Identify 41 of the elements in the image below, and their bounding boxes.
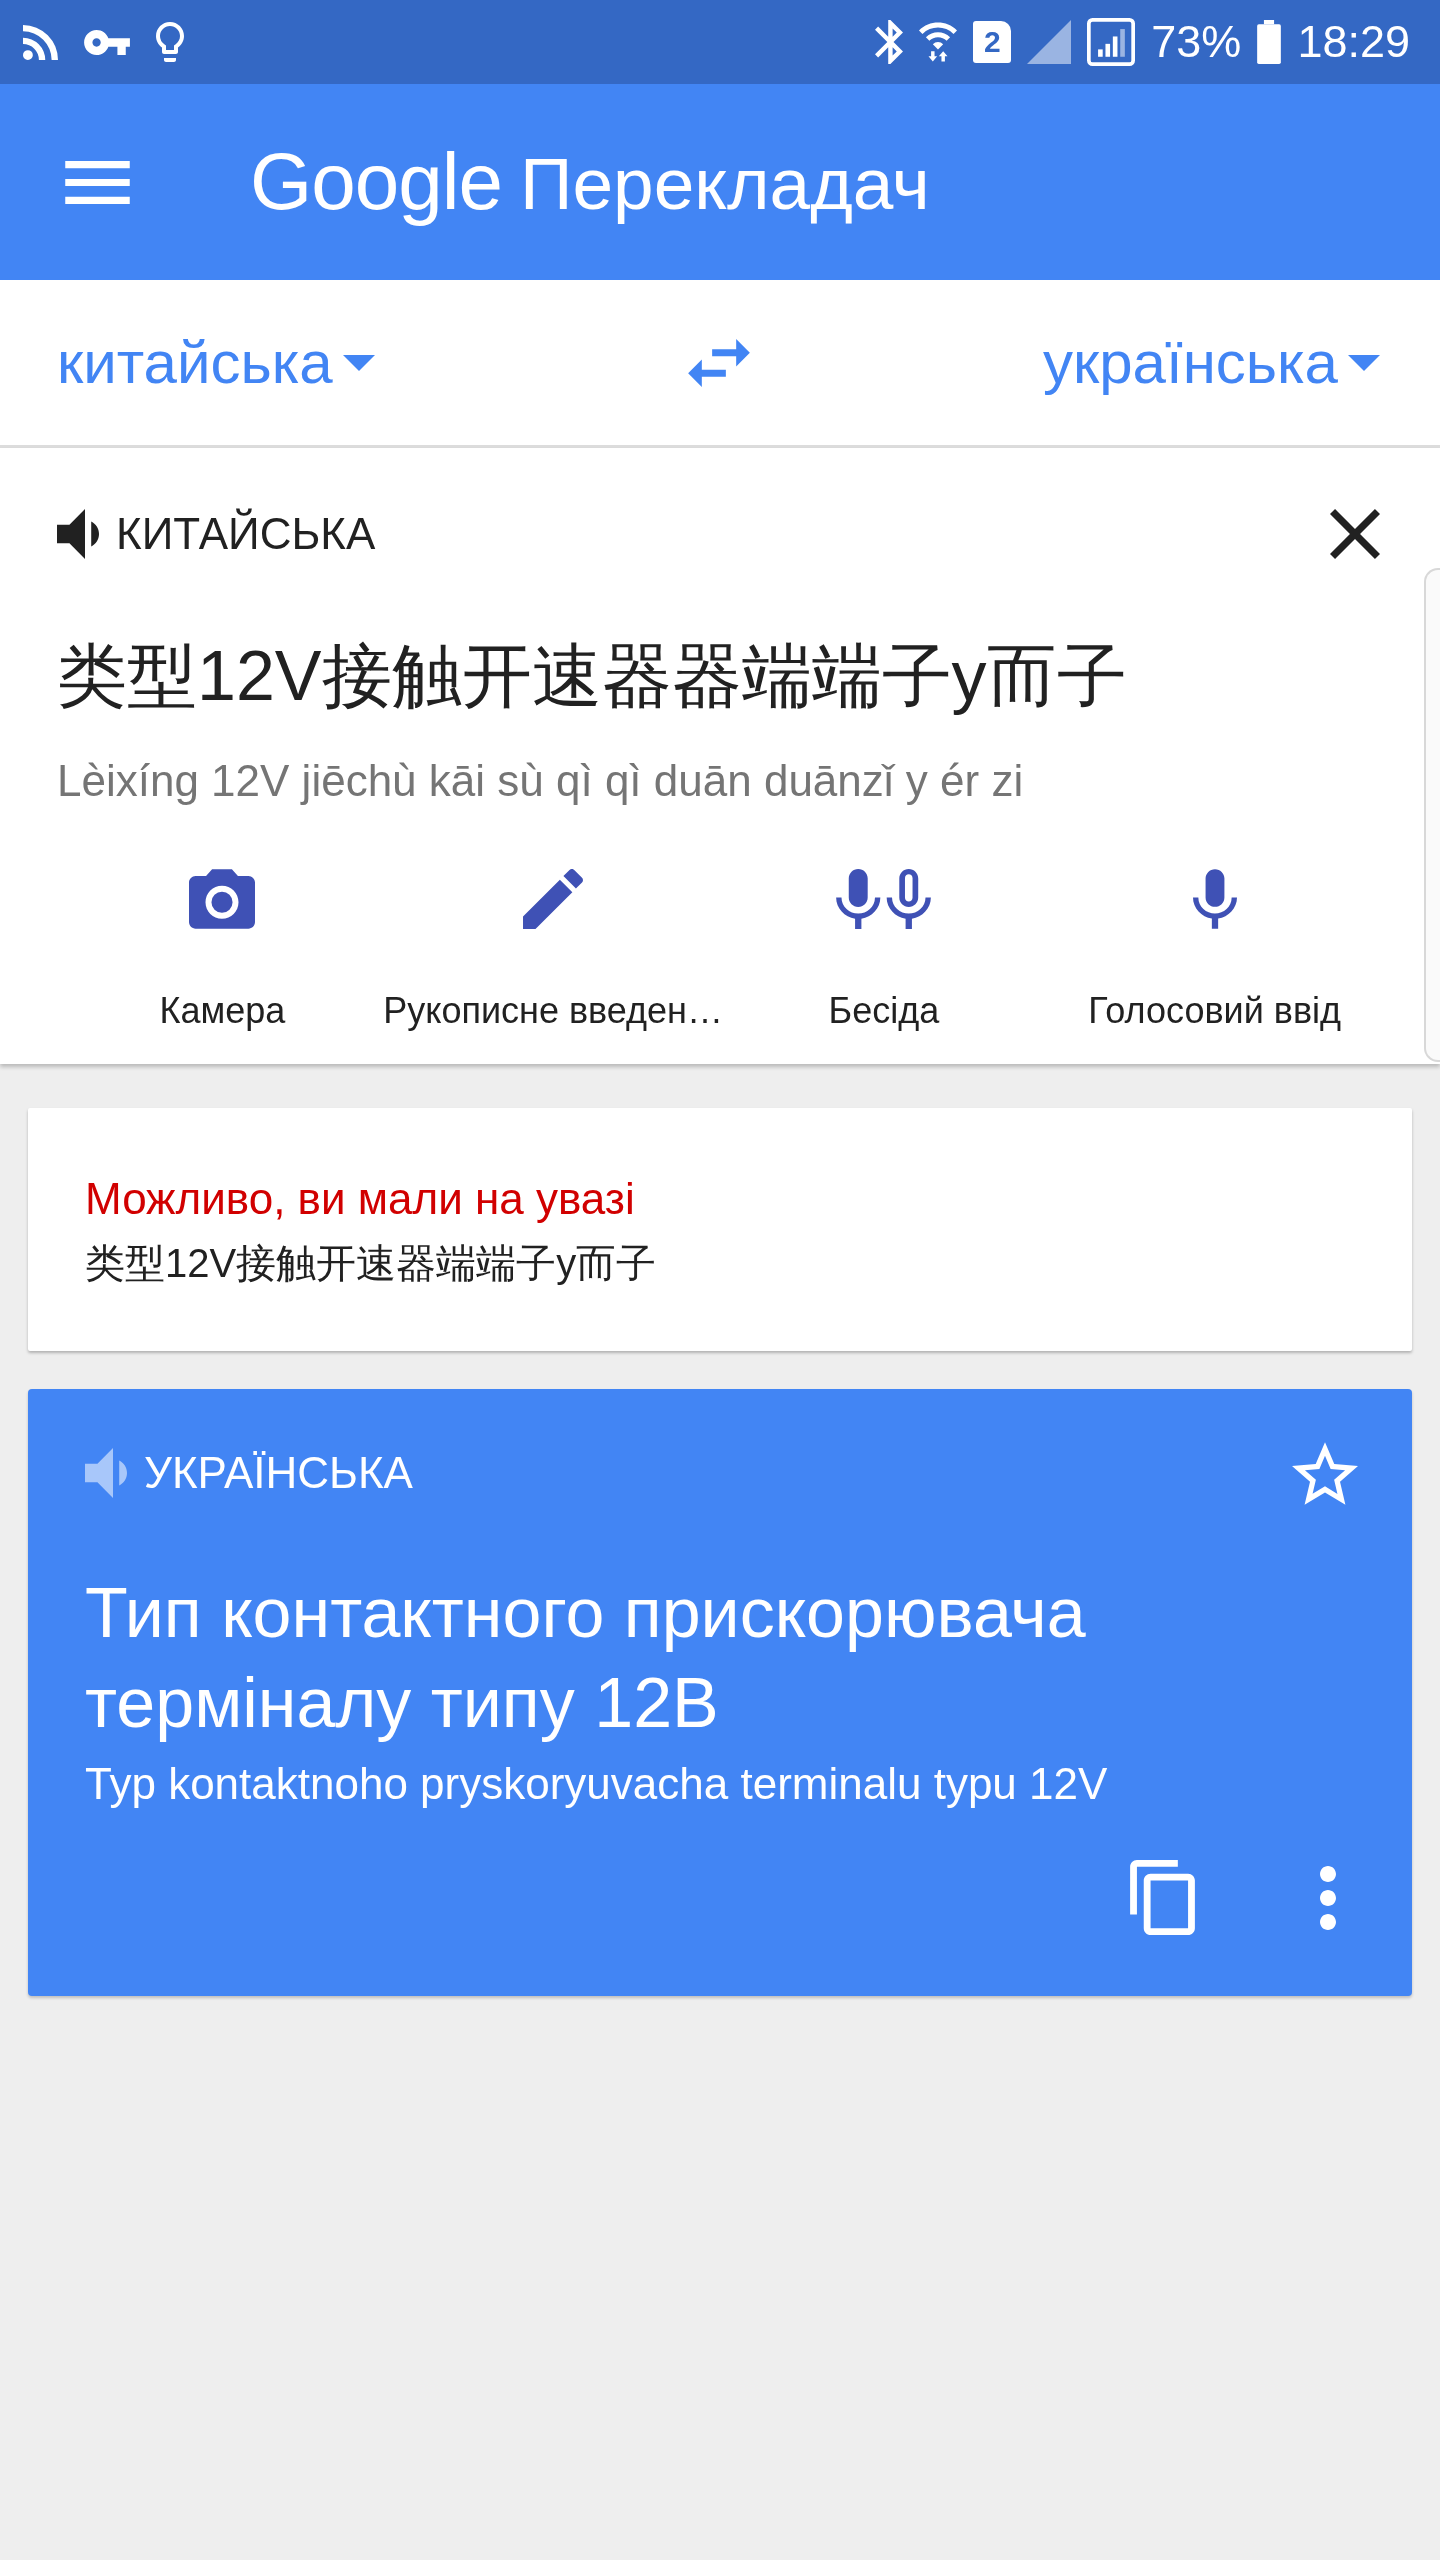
- battery-percent: 73%: [1151, 17, 1242, 67]
- target-language-label: УКРАЇНСЬКА: [144, 1448, 413, 1498]
- copy-icon[interactable]: [1130, 1860, 1195, 1935]
- pen-icon: [523, 869, 584, 929]
- lightbulb-icon: [156, 22, 184, 62]
- source-text[interactable]: 类型12V接触开速器器端端子y而子: [57, 626, 1380, 726]
- target-transliteration: Typ kontaktnoho pryskoryuvacha terminalu typu 12V: [85, 1758, 1109, 1810]
- suggestion-heading: Можливо, ви мали на увазі: [85, 1173, 636, 1225]
- suggested-text[interactable]: 类型12V接触开速器端端子y而子: [85, 1235, 1355, 1291]
- conversation-button[interactable]: Бесіда: [828, 869, 940, 1033]
- translated-text: Тип контактного прискорювача терміналу типу 12В: [85, 1573, 1087, 1744]
- empty-signal-icon: [1027, 20, 1072, 64]
- status-time: 18:29: [1297, 17, 1410, 67]
- handwriting-button[interactable]: Рукописне введен…: [383, 869, 723, 1033]
- signal-bars-icon: [1087, 18, 1136, 66]
- caret-icon: [1348, 354, 1380, 371]
- sim-slot-indicator: 2: [973, 21, 1012, 63]
- target-language-button[interactable]: українська: [1043, 328, 1380, 397]
- battery-icon: [1257, 20, 1282, 64]
- menu-icon[interactable]: [65, 160, 130, 204]
- swap-icon[interactable]: [687, 338, 750, 387]
- caret-icon: [342, 354, 375, 371]
- two-microphones-icon: [836, 869, 932, 929]
- star-icon[interactable]: [1292, 1441, 1358, 1505]
- camera-button[interactable]: Камера: [159, 869, 286, 1033]
- source-transliteration: Lèixíng 12V jiēchù kāi sù qì qì duān duānzǐ y ér zi: [57, 755, 1025, 807]
- app-title: Перекладач: [519, 142, 930, 225]
- more-options-icon[interactable]: [1320, 1865, 1336, 1930]
- camera-icon: [189, 869, 256, 929]
- microphone-icon: [1192, 869, 1237, 929]
- wifi-icon: [919, 22, 958, 62]
- edge-panel-handle[interactable]: [1424, 568, 1440, 1062]
- rss-feed-icon: [23, 24, 58, 60]
- google-wordmark: Google: [250, 136, 502, 228]
- key-icon: [84, 29, 130, 55]
- close-icon[interactable]: [1330, 509, 1380, 559]
- speaker-icon[interactable]: [57, 509, 99, 559]
- voice-input-button[interactable]: Голосовий ввід: [1088, 869, 1341, 1033]
- bluetooth-icon: [875, 20, 904, 64]
- source-language-button[interactable]: китайська: [57, 328, 688, 397]
- source-language-label: КИТАЙСЬКА: [116, 509, 376, 559]
